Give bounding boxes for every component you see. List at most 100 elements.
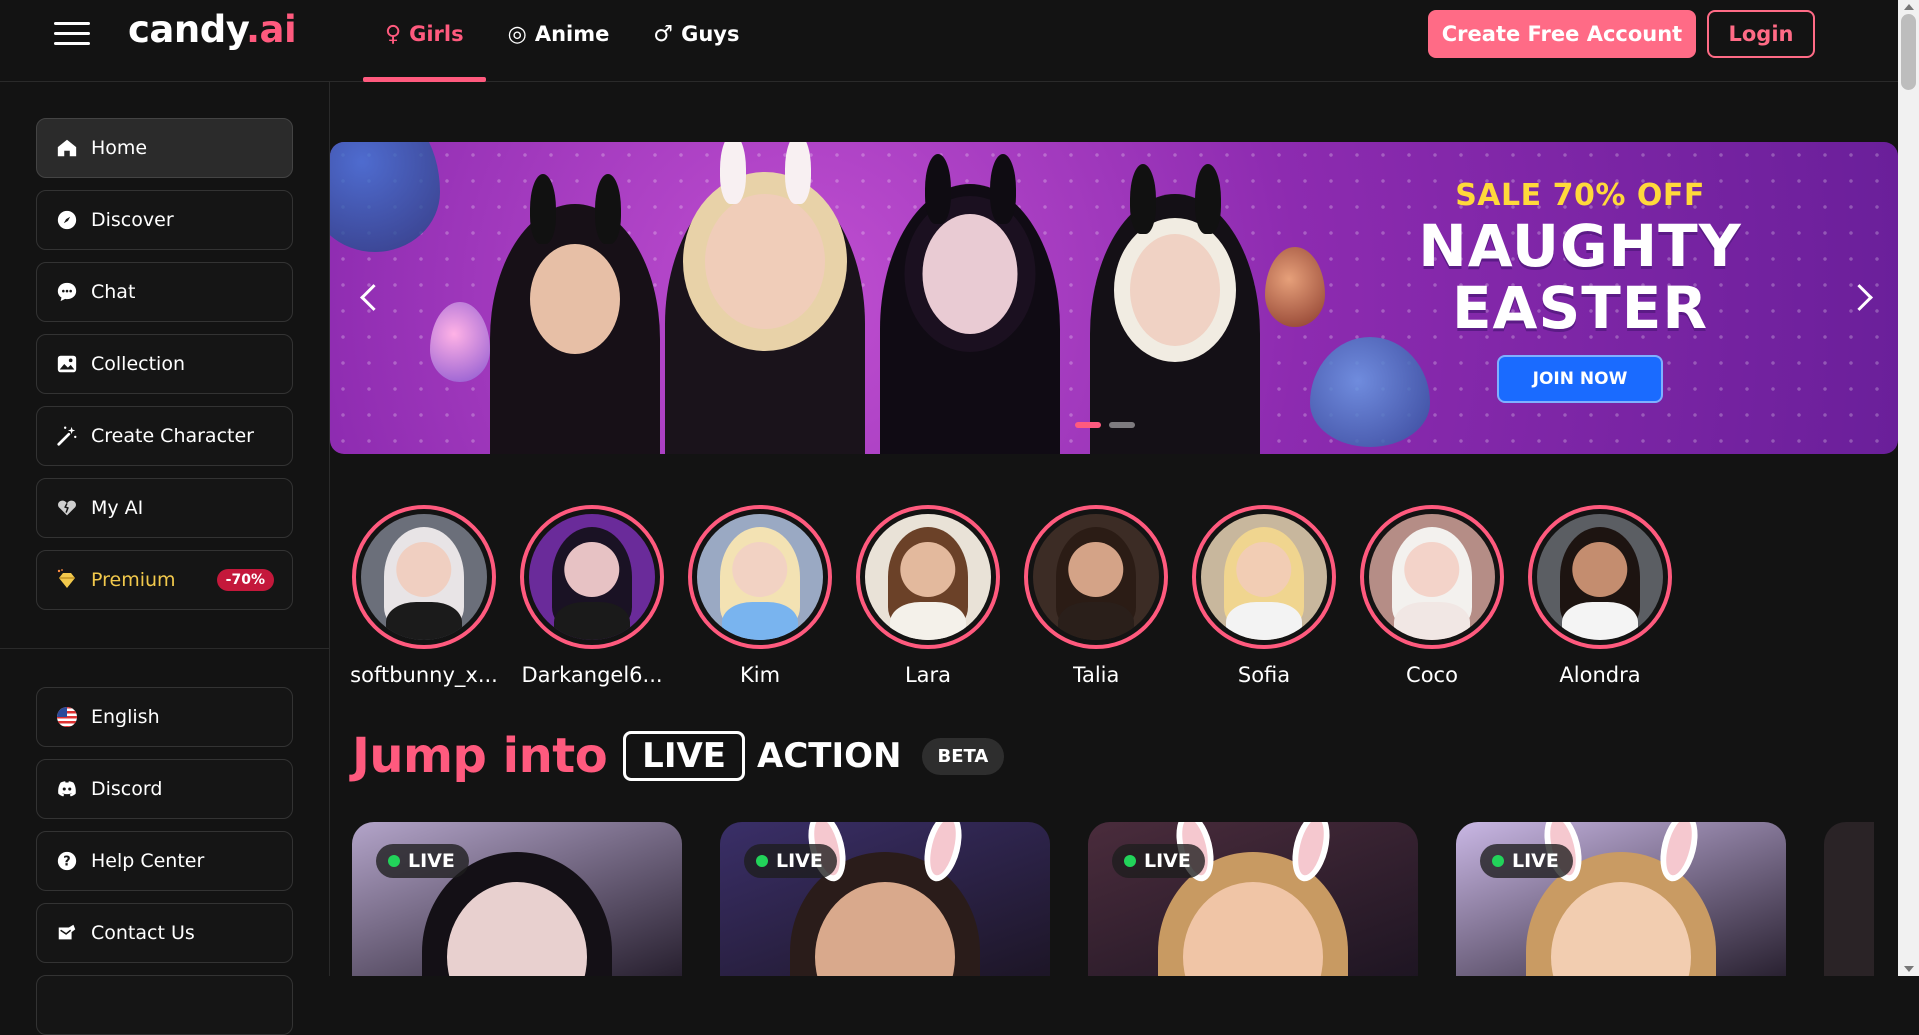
tab-label: Guys	[681, 22, 740, 46]
help-icon: ?	[55, 849, 79, 873]
character-story[interactable]: Kim	[688, 505, 832, 687]
character-avatar	[1537, 514, 1663, 640]
avatar-body	[1058, 602, 1134, 640]
sidebar-item-label: English	[91, 706, 160, 728]
hamburger-menu-icon[interactable]	[52, 20, 92, 48]
tab-anime[interactable]: ◎ Anime	[486, 0, 632, 82]
jump-into-text: Jump into	[352, 728, 608, 784]
live-card[interactable]: LIVE	[1088, 822, 1418, 976]
carousel-prev-icon[interactable]	[348, 278, 388, 318]
live-card[interactable]: LIVE	[1456, 822, 1786, 976]
character-avatar	[1201, 514, 1327, 640]
tab-label: Anime	[534, 22, 610, 46]
character-name: softbunny_x...	[350, 663, 498, 687]
sidebar-item-discover[interactable]: Discover	[36, 190, 293, 250]
character-avatar	[361, 514, 487, 640]
live-dot-icon	[1492, 855, 1504, 867]
sidebar-item-label: Home	[91, 137, 148, 159]
character-avatar	[1369, 514, 1495, 640]
sidebar-item-premium[interactable]: Premium -70%	[36, 550, 293, 610]
scroll-thumb[interactable]	[1901, 14, 1916, 90]
logo-accent: .ai	[245, 8, 297, 51]
female-icon: ♀	[385, 21, 402, 47]
sidebar-item-collection[interactable]: Collection	[36, 334, 293, 394]
beta-badge: BETA	[921, 737, 1005, 775]
sidebar-item-create-character[interactable]: Create Character	[36, 406, 293, 466]
banner-model-image	[880, 154, 1060, 454]
chat-icon	[55, 280, 79, 304]
character-story[interactable]: Coco	[1360, 505, 1504, 687]
create-account-button[interactable]: Create Free Account	[1428, 10, 1696, 58]
avatar-body	[722, 602, 798, 640]
avatar-ring	[1192, 505, 1336, 649]
banner-model-image	[665, 142, 865, 454]
banner-headline-line1: NAUGHTY	[1418, 212, 1742, 280]
contact-icon	[55, 921, 79, 945]
action-label: ACTION	[757, 736, 902, 776]
avatar-body	[554, 602, 630, 640]
sidebar-item-label: Chat	[91, 281, 136, 303]
login-button[interactable]: Login	[1707, 10, 1815, 58]
banner-headline-line2: EASTER	[1451, 274, 1709, 342]
avatar-ring	[520, 505, 664, 649]
logo[interactable]: candy.ai	[128, 8, 297, 51]
avatar-body	[386, 602, 462, 640]
character-story[interactable]: Talia	[1024, 505, 1168, 687]
sidebar-item-more[interactable]	[36, 975, 293, 1035]
sidebar-divider	[0, 648, 330, 649]
live-badge: LIVE	[376, 844, 469, 878]
character-story[interactable]: Lara	[856, 505, 1000, 687]
live-badge: LIVE	[744, 844, 837, 878]
male-icon: ♂	[653, 21, 674, 47]
live-badge-label: LIVE	[408, 850, 455, 872]
page-scrollbar[interactable]	[1898, 0, 1919, 976]
sidebar-item-label: My AI	[91, 497, 144, 519]
character-story[interactable]: Alondra	[1528, 505, 1672, 687]
sidebar-item-label: Contact Us	[91, 922, 195, 944]
character-name: Talia	[1072, 663, 1120, 687]
featured-characters: softbunny_x... Darkangel6... Kim Lara Talia S…	[350, 505, 1672, 687]
character-story[interactable]: Darkangel6...	[520, 505, 664, 687]
sidebar-item-language[interactable]: English	[36, 687, 293, 747]
character-avatar	[1033, 514, 1159, 640]
live-badge-label: LIVE	[1512, 850, 1559, 872]
live-card[interactable]: LIVE	[720, 822, 1050, 976]
logo-main: candy	[128, 8, 246, 51]
sidebar-item-home[interactable]: Home	[36, 118, 293, 178]
character-story[interactable]: Sofia	[1192, 505, 1336, 687]
carousel-dots	[1075, 422, 1135, 428]
tab-guys[interactable]: ♂ Guys	[631, 0, 761, 82]
hearts-icon	[55, 496, 79, 520]
carousel-next-icon[interactable]	[1844, 278, 1884, 318]
character-story[interactable]: softbunny_x...	[350, 505, 498, 687]
avatar-ring	[352, 505, 496, 649]
carousel-dot[interactable]	[1109, 422, 1135, 428]
scroll-down-arrow-icon[interactable]	[1904, 966, 1914, 972]
live-badge-label: LIVE	[1144, 850, 1191, 872]
tab-girls[interactable]: ♀ Girls	[363, 0, 486, 82]
compass-icon	[55, 208, 79, 232]
sidebar-item-help-center[interactable]: ? Help Center	[36, 831, 293, 891]
live-card[interactable]: LIVE	[352, 822, 682, 976]
sidebar-item-label: Create Character	[91, 425, 254, 447]
live-badge: LIVE	[1480, 844, 1573, 878]
avatar-ring	[1360, 505, 1504, 649]
join-now-button[interactable]: JOIN NOW	[1496, 355, 1664, 403]
scroll-up-arrow-icon[interactable]	[1904, 4, 1914, 10]
sidebar-item-label: Discover	[91, 209, 174, 231]
banner-sale-text: SALE 70% OFF	[1455, 178, 1705, 213]
character-name: Lara	[904, 663, 952, 687]
promo-banner[interactable]: SALE 70% OFF NAUGHTY EASTER JOIN NOW	[330, 142, 1898, 454]
character-avatar	[865, 514, 991, 640]
sidebar-item-contact-us[interactable]: Contact Us	[36, 903, 293, 963]
live-section-heading: Jump into LIVE ACTION BETA	[352, 728, 1005, 784]
sidebar-item-my-ai[interactable]: My AI	[36, 478, 293, 538]
live-card[interactable]	[1824, 822, 1874, 976]
sidebar-item-label: Help Center	[91, 850, 205, 872]
carousel-dot-active[interactable]	[1075, 422, 1101, 428]
sidebar-item-discord[interactable]: Discord	[36, 759, 293, 819]
avatar-body	[1562, 602, 1638, 640]
sidebar-item-chat[interactable]: Chat	[36, 262, 293, 322]
tab-label: Girls	[409, 22, 464, 46]
live-label: LIVE	[623, 731, 746, 781]
